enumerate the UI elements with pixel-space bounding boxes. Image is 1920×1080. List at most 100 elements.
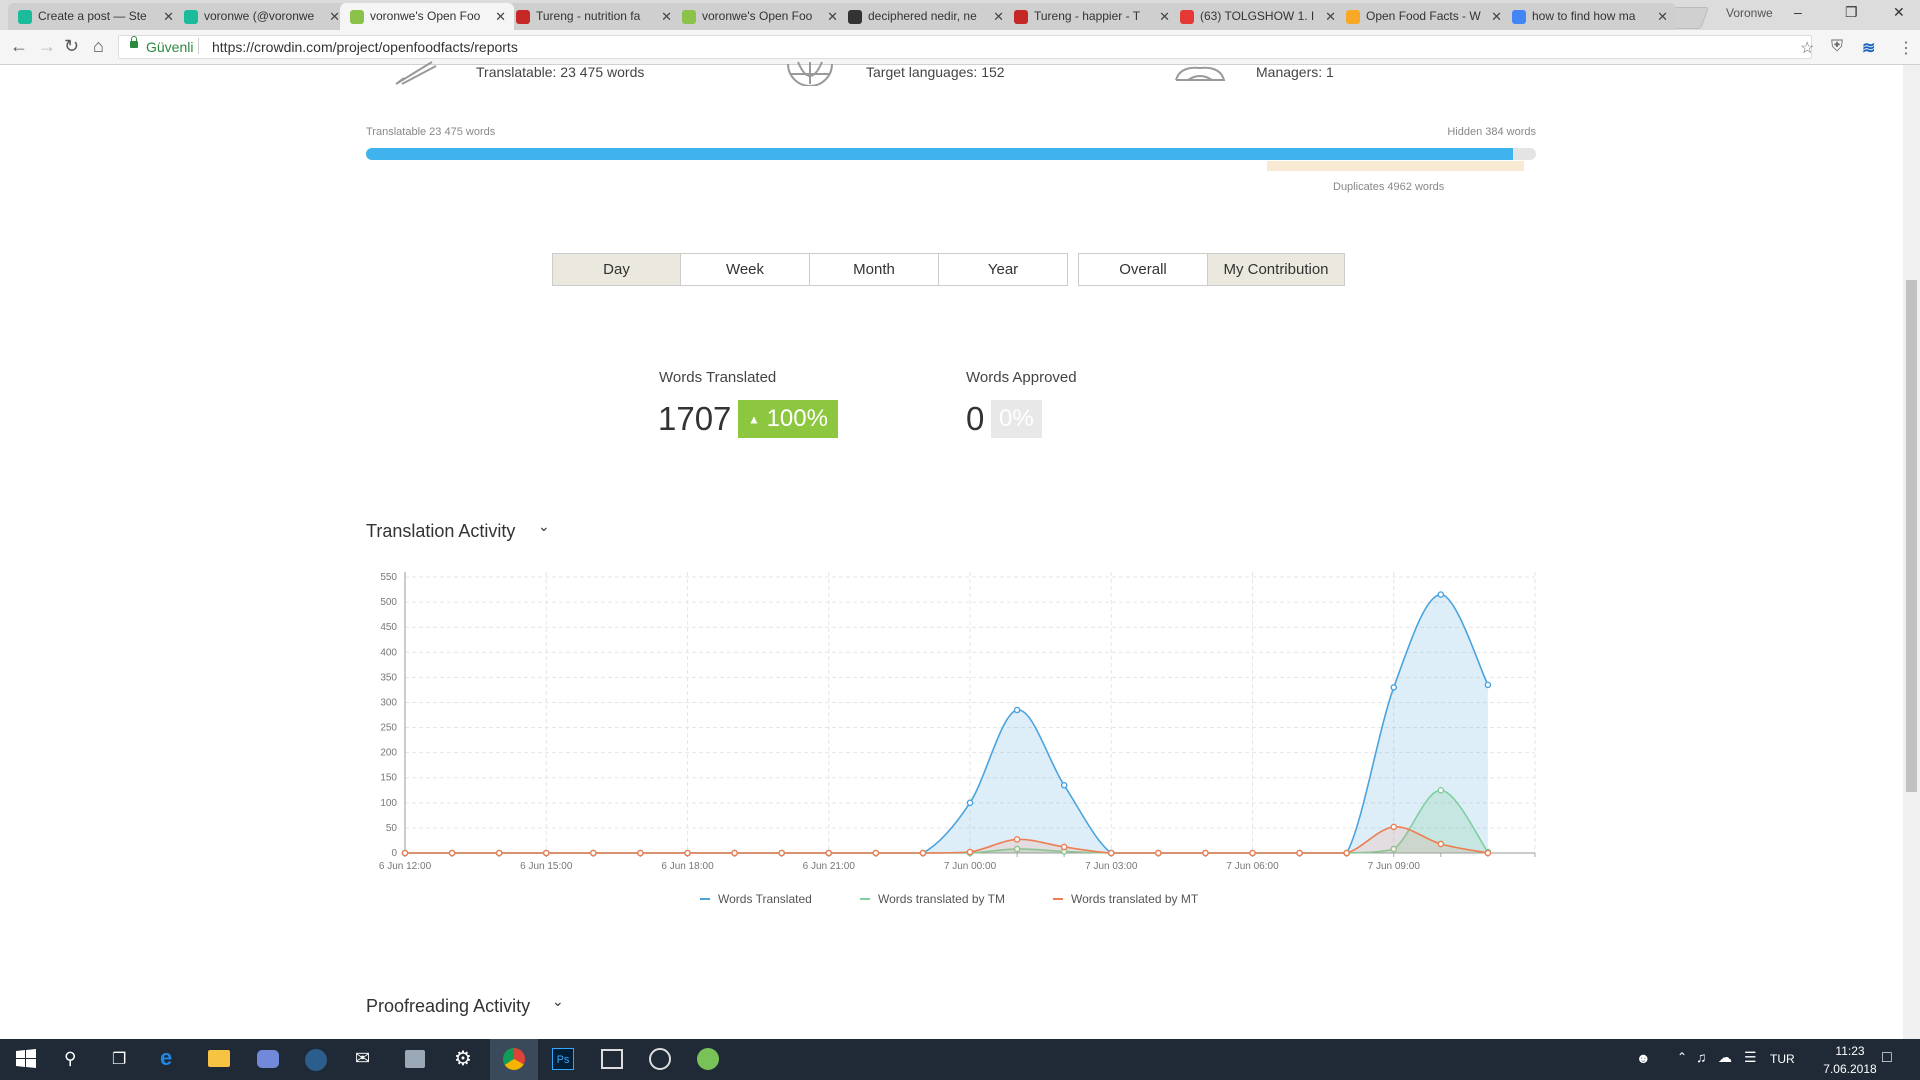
file-explorer-icon[interactable] <box>208 1050 230 1067</box>
menu-icon[interactable]: ⋮ <box>1898 38 1914 58</box>
favicon-icon <box>516 10 530 24</box>
close-icon[interactable]: ✕ <box>1893 4 1905 21</box>
x-tick-label: 6 Jun 12:00 <box>379 861 432 872</box>
x-tick-label: 7 Jun 09:00 <box>1368 861 1421 872</box>
period-year-button[interactable]: Year <box>939 253 1068 286</box>
data-point <box>1343 849 1350 857</box>
tab-label: Open Food Facts - W <box>1366 9 1481 23</box>
obs-icon[interactable] <box>649 1048 671 1070</box>
y-tick-label: 50 <box>386 823 398 834</box>
data-point <box>1013 706 1021 714</box>
tab-close-icon[interactable]: ✕ <box>495 3 506 30</box>
translation-activity-title[interactable]: Translation Activity <box>366 521 515 542</box>
search-icon[interactable]: ⚲ <box>64 1049 76 1069</box>
tab-close-icon[interactable]: ✕ <box>661 3 672 30</box>
x-tick-label: 6 Jun 21:00 <box>803 861 856 872</box>
progress-duplicates-band <box>1266 161 1525 171</box>
my-contribution-button[interactable]: My Contribution <box>1208 253 1345 286</box>
translatable-words: Translatable: 23 475 words <box>476 64 645 80</box>
home-icon[interactable]: ⌂ <box>93 36 104 57</box>
tab-close-icon[interactable]: ✕ <box>827 3 838 30</box>
computer-icon[interactable] <box>405 1050 425 1068</box>
restore-icon[interactable]: ❐ <box>1845 4 1858 21</box>
chevron-up-icon[interactable]: ⌃ <box>1677 1050 1687 1064</box>
url-separator <box>198 38 199 54</box>
overall-button[interactable]: Overall <box>1078 253 1208 286</box>
period-day-button[interactable]: Day <box>552 253 681 286</box>
tab-close-icon[interactable]: ✕ <box>329 3 340 30</box>
tab-close-icon[interactable]: ✕ <box>993 3 1004 30</box>
film-editor-icon[interactable] <box>601 1049 623 1069</box>
clock-time[interactable]: 11:23 <box>1820 1044 1880 1058</box>
proofreading-activity-title[interactable]: Proofreading Activity <box>366 996 530 1017</box>
people-icon[interactable]: ☻ <box>1636 1050 1651 1066</box>
tab-close-icon[interactable]: ✕ <box>1657 3 1668 30</box>
data-point <box>448 849 456 857</box>
volume-icon[interactable]: ♫ <box>1696 1049 1707 1065</box>
favicon-icon <box>350 10 364 24</box>
data-point <box>1437 591 1445 598</box>
browser-tab[interactable]: voronwe's Open Foo ✕ <box>672 3 846 30</box>
y-tick-label: 350 <box>380 672 397 683</box>
data-point <box>495 849 503 857</box>
period-month-button[interactable]: Month <box>810 253 939 286</box>
data-point <box>778 849 785 857</box>
data-point <box>1390 684 1398 691</box>
period-week-button[interactable]: Week <box>681 253 810 286</box>
notifications-icon[interactable]: □ <box>1882 1049 1892 1067</box>
tab-label: Tureng - nutrition fa <box>536 9 641 23</box>
steam-icon[interactable] <box>305 1049 327 1071</box>
secure-label[interactable]: Güvenli <box>146 39 193 55</box>
tab-close-icon[interactable]: ✕ <box>163 3 174 30</box>
clock-date[interactable]: 7.06.2018 <box>1812 1062 1888 1076</box>
windows-start-icon[interactable] <box>14 1047 38 1071</box>
profile-name[interactable]: Voronwe <box>1726 6 1773 20</box>
x-tick-label: 6 Jun 15:00 <box>520 861 573 872</box>
chevron-down-icon[interactable]: ⌄ <box>552 993 564 1010</box>
onedrive-icon[interactable]: ☁ <box>1718 1049 1732 1066</box>
language-indicator[interactable]: TUR <box>1770 1052 1795 1066</box>
browser-tab[interactable]: how to find how ma ✕ <box>1502 3 1676 30</box>
bookmark-star-icon[interactable]: ☆ <box>1800 38 1814 58</box>
browser-tab[interactable]: Create a post — Ste ✕ <box>8 3 182 30</box>
data-point <box>1437 840 1445 848</box>
photoshop-icon[interactable]: Ps <box>552 1048 574 1070</box>
chevron-down-icon[interactable]: ⌄ <box>538 518 550 535</box>
browser-tab[interactable]: Tureng - happier - T ✕ <box>1004 3 1178 30</box>
browser-tab[interactable]: voronwe (@voronwe ✕ <box>174 3 348 30</box>
mail-icon[interactable]: ✉ <box>355 1048 370 1069</box>
data-point <box>684 849 691 857</box>
discord-icon[interactable] <box>257 1050 279 1068</box>
forward-icon[interactable]: → <box>38 36 56 57</box>
url-text[interactable]: https://crowdin.com/project/openfoodfact… <box>212 39 518 55</box>
reload-icon[interactable]: ↻ <box>64 36 79 57</box>
browser-tab[interactable]: Open Food Facts - W ✕ <box>1336 3 1510 30</box>
task-view-icon[interactable]: ❐ <box>112 1049 126 1069</box>
browser-tab[interactable]: voronwe's Open Foo ✕ <box>340 3 514 30</box>
minimize-icon[interactable]: – <box>1794 4 1802 20</box>
browser-tab[interactable]: (63) TOLGSHOW 1. I ✕ <box>1170 3 1344 30</box>
data-point <box>1060 781 1068 789</box>
scrollbar-thumb[interactable] <box>1906 280 1917 792</box>
edge-icon[interactable]: e <box>160 1045 172 1071</box>
taskbar <box>0 1039 1920 1080</box>
tab-close-icon[interactable]: ✕ <box>1159 3 1170 30</box>
chrome-icon[interactable] <box>503 1048 525 1070</box>
data-point <box>637 849 644 857</box>
shield-extension-icon[interactable]: ⛨ <box>1831 38 1843 56</box>
steem-extension-icon[interactable]: ≋ <box>1862 38 1875 58</box>
y-tick-label: 200 <box>380 748 397 759</box>
tab-label: voronwe (@voronwe <box>204 9 315 23</box>
browser-tab[interactable]: deciphered nedir, ne ✕ <box>838 3 1012 30</box>
android-icon[interactable] <box>697 1048 719 1070</box>
tab-close-icon[interactable]: ✕ <box>1325 3 1336 30</box>
network-icon[interactable]: ☰ <box>1744 1049 1757 1066</box>
tab-close-icon[interactable]: ✕ <box>1491 3 1502 30</box>
lock-icon[interactable] <box>130 36 138 48</box>
legend-entry: Words translated by TM <box>878 892 1005 906</box>
favicon-icon <box>1180 10 1194 24</box>
settings-icon[interactable]: ⚙ <box>454 1046 472 1071</box>
browser-tab[interactable]: Tureng - nutrition fa ✕ <box>506 3 680 30</box>
back-icon[interactable]: ← <box>10 36 28 57</box>
data-point <box>590 849 597 857</box>
